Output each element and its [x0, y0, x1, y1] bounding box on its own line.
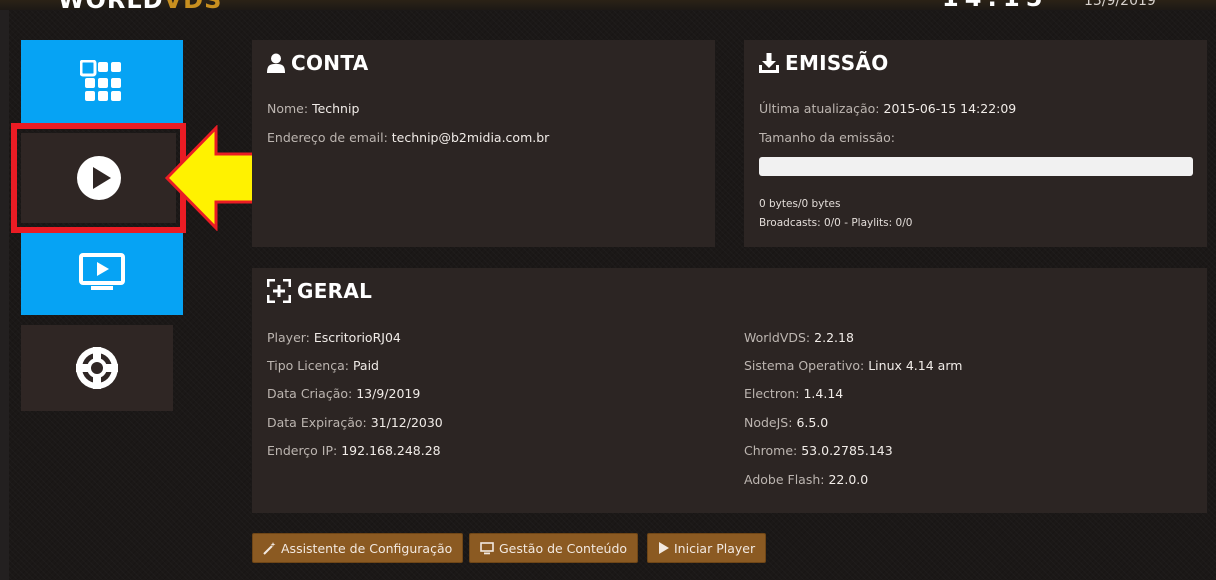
setup-wizard-label: Assistente de Configuração: [281, 540, 453, 556]
geral-row-player: Player: EscritorioRJ04: [267, 330, 401, 345]
play-icon: [659, 542, 669, 554]
geral-row-worldvds: WorldVDS: 2.2.18: [744, 330, 854, 345]
geral-row-chrome: Chrome: 53.0.2785.143: [744, 443, 893, 458]
geral-label: Chrome:: [744, 443, 798, 458]
geral-value: 31/12/2030: [370, 415, 443, 430]
geral-value: Paid: [352, 358, 379, 373]
logo-main-text: WORLD: [58, 0, 164, 10]
emissao-size-label: Tamanho da emissão:: [759, 130, 895, 145]
logo-accent-text: VDS: [164, 0, 223, 10]
geral-row-ip: Enderço IP: 192.168.248.28: [267, 443, 441, 458]
geral-row-electron: Electron: 1.4.14: [744, 386, 843, 401]
emissao-title-text: EMISSÃO: [785, 51, 889, 75]
conta-title-text: CONTA: [291, 51, 369, 75]
geral-label: Electron:: [744, 386, 800, 401]
monitor-icon: [480, 541, 494, 554]
emissao-row-last-update: Última atualização: 2015-06-15 14:22:09: [759, 101, 1016, 116]
geral-value: 192.168.248.28: [341, 443, 441, 458]
geral-label: Adobe Flash:: [744, 472, 825, 487]
geral-label: Tipo Licença:: [267, 358, 349, 373]
conta-title: CONTA: [267, 51, 369, 75]
geral-value: 13/9/2019: [356, 386, 421, 401]
date: 13/9/2019: [1084, 0, 1156, 9]
emissao-row-size: Tamanho da emissão:: [759, 130, 895, 145]
expand-plus-icon: [267, 279, 291, 303]
start-player-button[interactable]: Iniciar Player: [647, 533, 767, 563]
sidebar-item-content[interactable]: [21, 231, 183, 315]
start-player-label: Iniciar Player: [674, 540, 756, 556]
lifebuoy-icon: [76, 347, 118, 389]
geral-value: Linux 4.14 arm: [868, 358, 963, 373]
geral-label: WorldVDS:: [744, 330, 811, 345]
monitor-play-icon: [79, 253, 125, 290]
conta-row-email: Endereço de email: technip@b2midia.com.b…: [267, 130, 549, 145]
geral-value: EscritorioRJ04: [313, 330, 401, 345]
geral-row-data-criacao: Data Criação: 13/9/2019: [267, 386, 420, 401]
download-icon: [759, 53, 779, 73]
geral-row-data-expiracao: Data Expiração: 31/12/2030: [267, 415, 443, 430]
conta-row-nome: Nome: Technip: [267, 101, 359, 116]
geral-value: 1.4.14: [803, 386, 844, 401]
conta-value-email: technip@b2midia.com.br: [391, 130, 550, 145]
setup-wizard-button[interactable]: Assistente de Configuração: [252, 533, 464, 563]
sidebar-item-support[interactable]: [21, 325, 173, 411]
clock: 14:15: [942, 0, 1048, 10]
geral-value: 2.2.18: [814, 330, 854, 345]
emissao-counts-text: Broadcasts: 0/0 - Playlits: 0/0: [759, 217, 913, 229]
geral-value: 6.5.0: [796, 415, 829, 430]
magic-wand-icon: [263, 541, 276, 555]
geral-value: 22.0.0: [828, 472, 869, 487]
geral-label: Enderço IP:: [267, 443, 338, 458]
geral-title: GERAL: [267, 279, 372, 303]
geral-row-nodejs: NodeJS: 6.5.0: [744, 415, 828, 430]
geral-row-sistema-operativo: Sistema Operativo: Linux 4.14 arm: [744, 358, 962, 373]
emissao-last-update-value: 2015-06-15 14:22:09: [883, 101, 1017, 116]
geral-label: Player:: [267, 330, 310, 345]
geral-label: Sistema Operativo:: [744, 358, 865, 373]
sidebar-item-dashboard[interactable]: [21, 40, 183, 123]
conta-value-nome: Technip: [312, 101, 360, 116]
geral-row-tipo-licenca: Tipo Licença: Paid: [267, 358, 379, 373]
content-management-button[interactable]: Gestão de Conteúdo: [469, 533, 639, 563]
highlight-box: [11, 123, 186, 233]
geral-label: Data Expiração:: [267, 415, 367, 430]
emissao-bytes-text: 0 bytes/0 bytes: [759, 198, 841, 210]
geral-title-text: GERAL: [297, 279, 373, 303]
emissao-progress-bar: [759, 157, 1193, 176]
geral-label: Data Criação:: [267, 386, 353, 401]
geral-value: 53.0.2785.143: [801, 443, 893, 458]
conta-label-nome: Nome:: [267, 101, 309, 116]
grid-icon: [80, 59, 121, 101]
left-edge: [0, 10, 9, 580]
geral-label: NodeJS:: [744, 415, 793, 430]
content-management-label: Gestão de Conteúdo: [499, 540, 628, 556]
emissao-title: EMISSÃO: [759, 51, 889, 75]
logo: WORLDVDS: [58, 0, 222, 10]
emissao-last-update-label: Última atualização:: [759, 101, 880, 116]
conta-label-email: Endereço de email:: [267, 130, 388, 145]
top-bar: WORLDVDS 14:15 13/9/2019: [0, 0, 1216, 10]
user-icon: [267, 53, 285, 73]
geral-row-adobe-flash: Adobe Flash: 22.0.0: [744, 472, 868, 487]
